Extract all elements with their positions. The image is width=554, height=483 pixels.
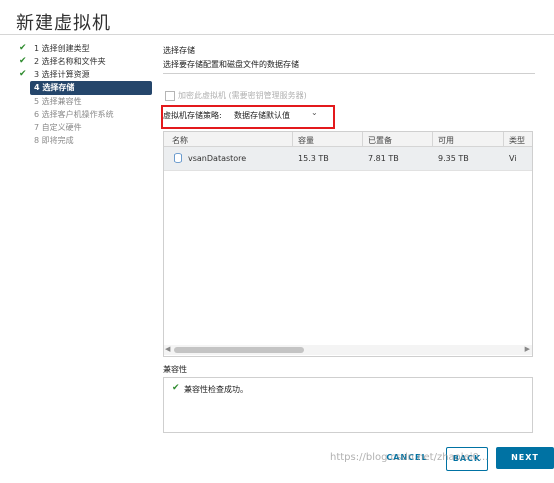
table-row[interactable]: vsanDatastore 15.3 TB 7.81 TB 9.35 TB Vi — [164, 147, 532, 171]
step-8: 8 即将完成 — [16, 134, 152, 147]
column-divider[interactable] — [503, 132, 504, 146]
wizard-title: 新建虚拟机 — [16, 13, 111, 34]
cancel-button[interactable]: CANCEL — [382, 447, 432, 469]
datastore-icon — [174, 153, 182, 163]
column-header-provisioned[interactable]: 已置备 — [368, 135, 392, 146]
check-icon: ✔ — [19, 69, 27, 79]
cell-type: Vi — [509, 154, 517, 163]
step-1[interactable]: ✔ 1 选择创建类型 — [16, 42, 152, 55]
scrollbar-thumb[interactable] — [174, 347, 304, 353]
header-divider — [0, 34, 554, 35]
cell-provisioned: 7.81 TB — [368, 154, 399, 163]
compatibility-message: 兼容性检查成功。 — [184, 385, 248, 394]
section-title: 选择存储 — [163, 46, 195, 55]
check-icon: ✔ — [19, 43, 27, 53]
cell-name: vsanDatastore — [188, 154, 247, 163]
step-label: 5 选择兼容性 — [34, 97, 82, 106]
column-divider[interactable] — [292, 132, 293, 146]
step-3[interactable]: ✔ 3 选择计算资源 — [16, 68, 152, 81]
compatibility-panel: ✔ 兼容性检查成功。 — [163, 377, 533, 433]
step-label: 4 选择存储 — [34, 83, 75, 92]
policy-select[interactable]: 数据存储默认值 — [234, 110, 290, 121]
next-button[interactable]: NEXT — [496, 447, 554, 469]
encrypt-checkbox-label: 加密此虚拟机 (需要密钥管理服务器) — [178, 91, 307, 100]
horizontal-scrollbar[interactable]: ◀ ▶ — [164, 345, 532, 355]
check-icon: ✔ — [172, 383, 180, 393]
policy-label: 虚拟机存储策略: — [163, 111, 222, 120]
section-divider — [163, 73, 535, 74]
step-label: 7 自定义硬件 — [34, 123, 82, 132]
column-header-type[interactable]: 类型 — [509, 135, 525, 146]
cell-capacity: 15.3 TB — [298, 154, 329, 163]
step-label: 8 即将完成 — [34, 136, 74, 145]
step-5: 5 选择兼容性 — [16, 95, 152, 108]
column-header-capacity[interactable]: 容量 — [298, 135, 314, 146]
step-label: 6 选择客户机操作系统 — [34, 110, 114, 119]
step-label: 3 选择计算资源 — [34, 70, 90, 79]
encrypt-checkbox[interactable] — [165, 91, 175, 101]
compatibility-title: 兼容性 — [163, 365, 187, 374]
step-6: 6 选择客户机操作系统 — [16, 108, 152, 121]
step-label: 1 选择创建类型 — [34, 44, 90, 53]
column-divider[interactable] — [362, 132, 363, 146]
cell-free: 9.35 TB — [438, 154, 469, 163]
datastore-table: 名称 容量 已置备 可用 类型 vsanDatastore 15.3 TB 7.… — [163, 131, 533, 357]
step-4-active[interactable]: 4 选择存储 — [30, 81, 152, 95]
section-subtitle: 选择要存储配置和磁盘文件的数据存储 — [163, 60, 299, 69]
column-header-free[interactable]: 可用 — [438, 135, 454, 146]
back-button[interactable]: BACK — [446, 447, 488, 471]
column-divider[interactable] — [432, 132, 433, 146]
wizard-steps: ✔ 1 选择创建类型 ✔ 2 选择名称和文件夹 ✔ 3 选择计算资源 4 选择存… — [16, 42, 152, 147]
column-header-name[interactable]: 名称 — [172, 135, 188, 146]
check-icon: ✔ — [19, 56, 27, 66]
step-label: 2 选择名称和文件夹 — [34, 57, 106, 66]
scroll-right-icon[interactable]: ▶ — [525, 345, 530, 353]
step-2[interactable]: ✔ 2 选择名称和文件夹 — [16, 55, 152, 68]
chevron-down-icon[interactable]: ⌄ — [311, 108, 318, 117]
step-7: 7 自定义硬件 — [16, 121, 152, 134]
scroll-left-icon[interactable]: ◀ — [165, 345, 170, 353]
table-header: 名称 容量 已置备 可用 类型 — [164, 132, 532, 147]
